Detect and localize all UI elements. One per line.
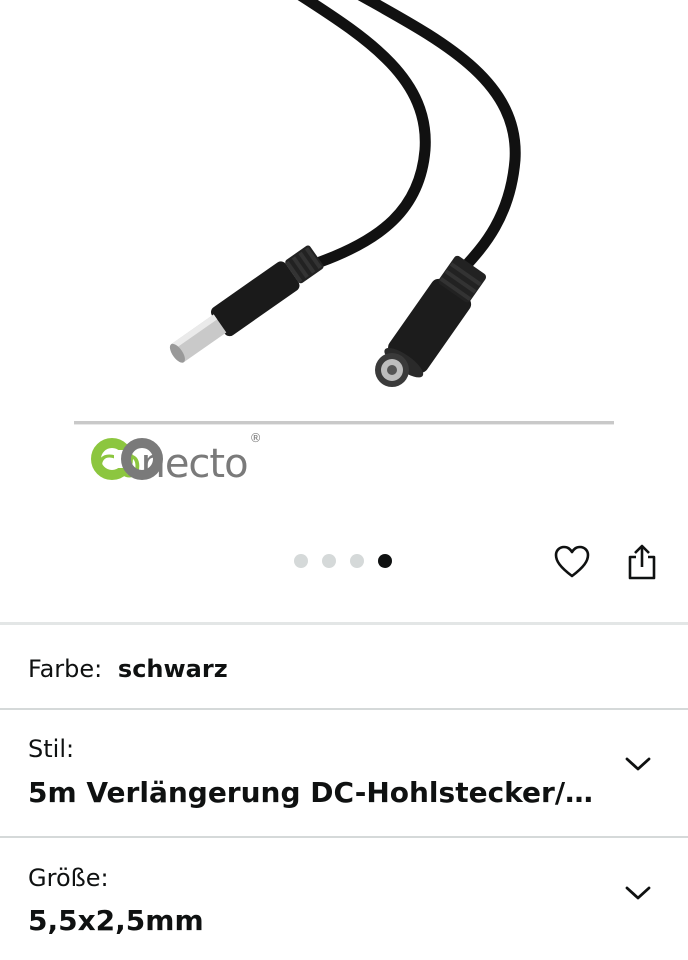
row-divider bbox=[0, 708, 688, 710]
product-image-gallery[interactable]: conecto® bbox=[0, 0, 688, 530]
carousel-indicator bbox=[294, 554, 392, 568]
style-label: Stil: bbox=[28, 735, 75, 763]
row-divider bbox=[0, 836, 688, 838]
carousel-dot-active[interactable] bbox=[378, 554, 392, 568]
carousel-dot[interactable] bbox=[294, 554, 308, 568]
share-button[interactable] bbox=[620, 540, 664, 584]
section-divider bbox=[0, 622, 688, 625]
size-label: Größe: bbox=[28, 864, 109, 892]
size-dropdown-button[interactable] bbox=[620, 875, 656, 911]
favorite-button[interactable] bbox=[550, 540, 594, 584]
style-dropdown-button[interactable] bbox=[620, 746, 656, 782]
style-value: 5m Verlängerung DC-Hohlstecker/… bbox=[28, 776, 594, 809]
carousel-dot[interactable] bbox=[322, 554, 336, 568]
color-variant-row: Farbe: schwarz bbox=[28, 654, 228, 684]
size-value: 5,5x2,5mm bbox=[28, 904, 204, 937]
chevron-down-icon bbox=[625, 757, 651, 771]
color-label: Farbe: bbox=[28, 655, 103, 683]
chevron-down-icon bbox=[625, 886, 651, 900]
carousel-dot[interactable] bbox=[350, 554, 364, 568]
color-value: schwarz bbox=[117, 655, 228, 683]
brand-logo: conecto® bbox=[90, 432, 262, 492]
heart-icon bbox=[554, 545, 590, 578]
share-icon bbox=[628, 544, 656, 580]
brand-logo-icon bbox=[91, 438, 163, 480]
